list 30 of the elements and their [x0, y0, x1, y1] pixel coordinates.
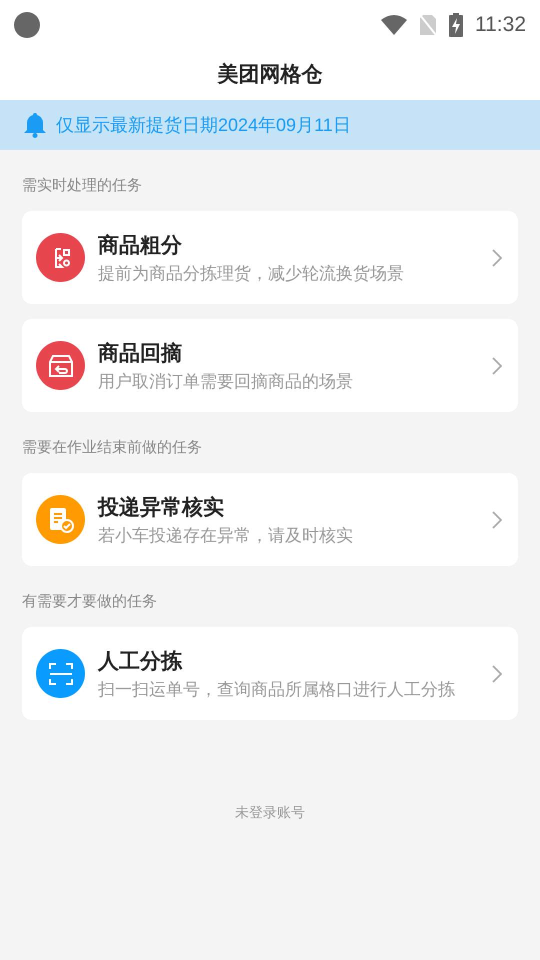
task-card[interactable]: 人工分拣 扫一扫运单号，查询商品所属格口进行人工分拣	[22, 627, 518, 720]
chevron-right-icon	[492, 664, 502, 682]
wifi-icon	[381, 15, 407, 35]
task-card[interactable]: 投递异常核实 若小车投递存在异常，请及时核实	[22, 473, 518, 566]
chevron-right-icon	[492, 510, 502, 528]
page-title: 美团网格仓	[218, 62, 322, 88]
document-check-icon	[48, 506, 74, 534]
task-description: 用户取消订单需要回摘商品的场景	[98, 372, 354, 392]
notice-text: 仅显示最新提货日期2024年09月11日	[56, 114, 351, 136]
task-description: 提前为商品分拣理货，减少轮流换货场景	[98, 264, 405, 284]
section-title: 需实时处理的任务	[22, 177, 142, 194]
box-return-icon	[48, 354, 74, 378]
chevron-right-icon	[492, 248, 502, 266]
no-sim-icon	[419, 14, 437, 36]
task-title: 人工分拣	[98, 649, 184, 675]
battery-charging-icon	[449, 13, 463, 37]
login-status-text: 未登录账号	[235, 803, 305, 822]
scan-icon	[48, 660, 74, 686]
task-description: 扫一扫运单号，查询商品所属格口进行人工分拣	[98, 680, 456, 700]
task-title: 商品回摘	[98, 340, 183, 367]
task-title: 商品粗分	[98, 232, 183, 259]
task-card[interactable]: 商品回摘 用户取消订单需要回摘商品的场景	[22, 319, 518, 412]
task-description: 若小车投递存在异常，请及时核实	[98, 526, 354, 546]
task-card[interactable]: 商品粗分 提前为商品分拣理货，减少轮流换货场景	[22, 211, 518, 304]
section-title: 需要在作业结束前做的任务	[22, 439, 202, 456]
bell-icon	[24, 112, 46, 138]
task-title: 投递异常核实	[98, 494, 225, 521]
clock-time: 11:32	[475, 12, 526, 38]
chevron-right-icon	[492, 356, 502, 374]
section-title: 有需要才要做的任务	[22, 593, 157, 610]
